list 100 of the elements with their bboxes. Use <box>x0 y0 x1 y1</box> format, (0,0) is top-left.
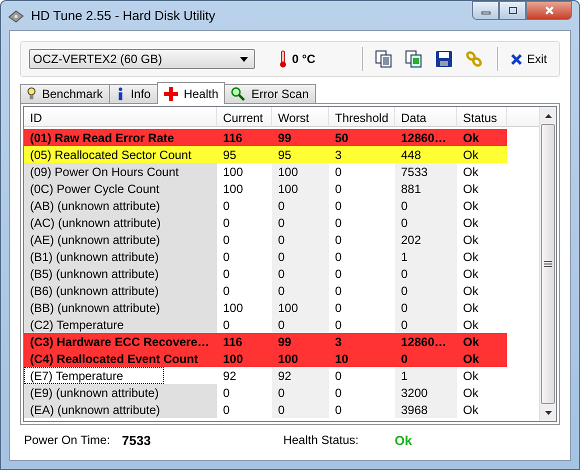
power-on-value: 7533 <box>122 432 152 448</box>
table-cell: 3 <box>329 146 395 163</box>
column-header[interactable]: Worst <box>272 107 329 127</box>
tab[interactable]: Error Scan <box>224 84 316 103</box>
health-status-label: Health Status: <box>283 433 360 447</box>
table-cell: 116 <box>217 333 272 350</box>
table-cell: 99 <box>272 333 329 350</box>
lightbulb-icon <box>27 87 36 101</box>
table-cell: 100 <box>217 350 272 367</box>
table-cell: 448 <box>395 146 457 163</box>
maximize-icon <box>508 6 518 16</box>
table-cell: (0C) Power Cycle Count <box>24 180 217 197</box>
tab[interactable]: Benchmark <box>20 84 110 103</box>
table-cell: 1 <box>395 367 457 384</box>
scrollbar[interactable] <box>539 107 556 421</box>
scroll-down-icon[interactable] <box>544 410 552 414</box>
close-icon <box>510 52 523 66</box>
table-cell: 0 <box>272 197 329 214</box>
table-cell: 116 <box>217 129 272 146</box>
table-cell: 12860… <box>395 333 457 350</box>
table-cell: 50 <box>329 129 395 146</box>
tab[interactable]: Health <box>156 82 226 104</box>
column-header[interactable]: ID <box>24 107 217 127</box>
table-cell: (AC) (unknown attribute) <box>24 214 217 231</box>
scroll-thumb[interactable] <box>541 124 555 404</box>
health-status-value: Ok <box>394 432 414 448</box>
table-cell: 12860… <box>395 129 457 146</box>
table-cell: (05) Reallocated Sector Count <box>24 146 217 163</box>
table-cell: Ok <box>457 129 507 146</box>
table-cell: Ok <box>457 146 507 163</box>
table-cell: 95 <box>217 146 272 163</box>
table-cell: 0 <box>272 265 329 282</box>
table-cell: 99 <box>272 129 329 146</box>
dropdown-arrow-icon <box>240 56 248 62</box>
table-cell: (09) Power On Hours Count <box>24 163 217 180</box>
table-cell: (C4) Reallocated Event Count <box>24 350 217 367</box>
table-cell: (C2) Temperature <box>24 316 217 333</box>
table-cell: (B1) (unknown attribute) <box>24 248 217 265</box>
maximize-button[interactable] <box>499 1 526 20</box>
table-cell: 100 <box>272 163 329 180</box>
copy-all-icon[interactable] <box>404 50 423 68</box>
table-cell: (C3) Hardware ECC Recovere… <box>24 333 217 350</box>
scroll-up-icon[interactable] <box>544 114 552 118</box>
table-cell: (AE) (unknown attribute) <box>24 231 217 248</box>
table-cell: 7533 <box>395 163 457 180</box>
column-header[interactable]: Current <box>217 107 272 127</box>
copy-icon[interactable] <box>374 50 393 68</box>
column-header[interactable]: Status <box>457 107 507 127</box>
table-cell: 202 <box>395 231 457 248</box>
table-cell: 0 <box>272 248 329 265</box>
thermometer-icon <box>279 50 287 68</box>
table-cell: 0 <box>272 231 329 248</box>
table-cell: 3 <box>329 333 395 350</box>
table-cell: 0 <box>395 316 457 333</box>
temperature-reading: 0 °C <box>292 52 316 66</box>
table-cell: 1 <box>395 248 457 265</box>
table-cell: 0 <box>272 384 329 401</box>
window-title: HD Tune 2.55 - Hard Disk Utility <box>31 8 216 23</box>
column-header[interactable]: Data <box>395 107 457 127</box>
table-cell: (B5) (unknown attribute) <box>24 265 217 282</box>
save-icon[interactable] <box>434 50 453 68</box>
table-cell: (AB) (unknown attribute) <box>24 197 217 214</box>
table-cell: (01) Raw Read Error Rate <box>24 129 217 146</box>
table-cell: 0 <box>395 265 457 282</box>
column-header[interactable]: Threshold <box>329 107 395 127</box>
close-icon <box>544 5 554 16</box>
table-cell: (EA) (unknown attribute) <box>24 401 217 418</box>
table-cell: 3968 <box>395 401 457 418</box>
tab[interactable]: Info <box>108 84 158 103</box>
table-cell: Ok <box>457 350 507 367</box>
table-cell: (B6) (unknown attribute) <box>24 282 217 299</box>
table-cell: (BB) (unknown attribute) <box>24 299 217 316</box>
table-cell: Ok <box>457 333 507 350</box>
table-cell: 0 <box>272 401 329 418</box>
table-cell: 0 <box>395 214 457 231</box>
table-cell: (E9) (unknown attribute) <box>24 384 217 401</box>
minimize-button[interactable] <box>472 1 499 20</box>
grip-icon <box>544 261 552 267</box>
close-button[interactable] <box>526 1 572 20</box>
search-icon <box>231 87 246 101</box>
table-cell: 100 <box>272 299 329 316</box>
power-on-label: Power On Time: <box>24 433 112 447</box>
table-cell: 881 <box>395 180 457 197</box>
table-cell: 0 <box>272 282 329 299</box>
cross-icon <box>164 86 178 100</box>
table-cell: 92 <box>272 367 329 384</box>
table-cell: 3200 <box>395 384 457 401</box>
table-cell: 0 <box>272 214 329 231</box>
table-cell: (E7) Temperature <box>24 367 164 384</box>
drive-dropdown[interactable]: OCZ-VERTEX2 (60 GB) <box>29 49 255 69</box>
table-cell: 0 <box>395 299 457 316</box>
exit-button[interactable]: Exit <box>506 50 551 68</box>
table-cell: 0 <box>395 350 457 367</box>
table-cell: 0 <box>395 282 457 299</box>
table-cell: 100 <box>272 180 329 197</box>
table-cell: 95 <box>272 146 329 163</box>
table-cell: 0 <box>272 316 329 333</box>
table-cell: 100 <box>272 350 329 367</box>
table-cell: 10 <box>329 350 395 367</box>
table-cell: 0 <box>395 197 457 214</box>
